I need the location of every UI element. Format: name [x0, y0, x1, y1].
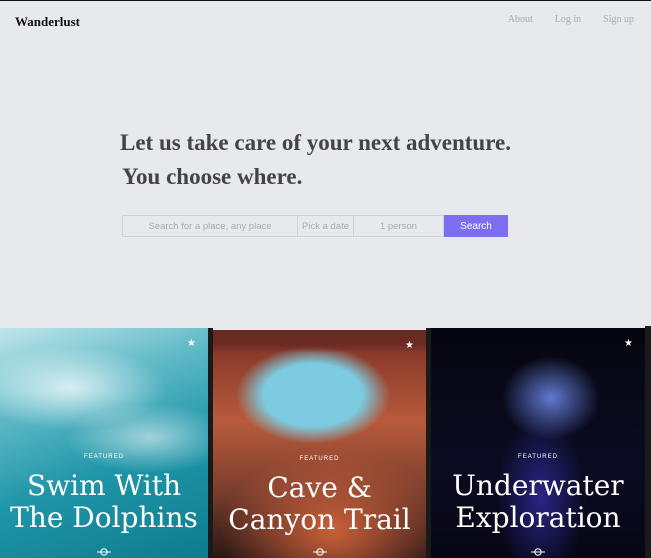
- card-title: Swim With The Dolphins: [0, 470, 208, 534]
- card-canyon[interactable]: ★ FEATURED Cave & Canyon Trail: [213, 330, 426, 558]
- hero-headline: Let us take care of your next adventure.…: [120, 126, 511, 194]
- featured-badge: FEATURED: [84, 454, 124, 460]
- card-title: Underwater Exploration: [431, 470, 645, 534]
- card-title: Cave & Canyon Trail: [213, 472, 426, 536]
- search-button[interactable]: Search: [444, 215, 508, 237]
- featured-badge: FEATURED: [299, 456, 340, 462]
- card-title-line-1: Cave &: [267, 471, 372, 504]
- guests-select[interactable]: 1 person: [354, 215, 444, 237]
- star-icon[interactable]: ★: [624, 338, 633, 349]
- card-title-line-1: Swim With: [26, 469, 182, 502]
- location-pin-icon: [531, 548, 545, 556]
- star-icon[interactable]: ★: [187, 338, 196, 349]
- card-title-line-1: Underwater: [452, 469, 624, 502]
- card-underwater[interactable]: ★ FEATURED Underwater Exploration: [431, 328, 645, 558]
- nav-signup-link[interactable]: Sign up: [603, 14, 634, 25]
- top-nav: About Log in Sign up: [508, 14, 634, 25]
- nav-about-link[interactable]: About: [508, 14, 533, 25]
- top-border: [0, 0, 651, 1]
- star-icon[interactable]: ★: [405, 340, 414, 351]
- nav-login-link[interactable]: Log in: [555, 14, 581, 25]
- brand-logo[interactable]: Wanderlust: [15, 14, 80, 30]
- card-title-line-2: Exploration: [455, 501, 621, 534]
- location-pin-icon: [97, 548, 111, 556]
- location-pin-icon: [312, 548, 327, 556]
- hero-line-1: Let us take care of your next adventure.: [120, 130, 511, 155]
- search-bar: Search for a place, any place Pick a dat…: [122, 215, 508, 237]
- featured-badge: FEATURED: [518, 454, 558, 460]
- card-dolphins[interactable]: ★ FEATURED Swim With The Dolphins: [0, 328, 208, 558]
- place-search-input[interactable]: Search for a place, any place: [122, 215, 298, 237]
- card-title-line-2: Canyon Trail: [228, 503, 411, 536]
- card-title-line-2: The Dolphins: [10, 501, 198, 534]
- page-edge: [645, 326, 651, 558]
- date-picker-input[interactable]: Pick a date: [298, 215, 354, 237]
- hero-line-2: You choose where.: [122, 164, 303, 189]
